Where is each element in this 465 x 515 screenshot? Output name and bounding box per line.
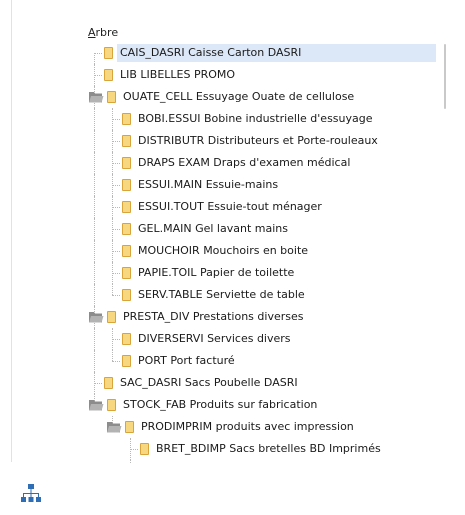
tree-connector — [94, 53, 102, 54]
tree-node-label: SAC_DASRI Sacs Poubelle DASRI — [120, 376, 298, 389]
folder-open-icon[interactable] — [106, 420, 122, 434]
tree-node[interactable]: PORT Port facturé — [86, 350, 440, 372]
tree-node[interactable]: SAC_DASRI Sacs Poubelle DASRI — [86, 372, 440, 394]
tree-connector — [130, 460, 131, 464]
tree-connector — [94, 152, 95, 174]
tree-node[interactable]: SERV.TABLE Serviette de table — [86, 284, 440, 306]
tree-connector — [94, 240, 95, 262]
folder-icon — [122, 135, 131, 147]
folder-open-icon[interactable] — [88, 310, 104, 324]
tree-node[interactable]: ESSUI.TOUT Essuie-tout ménager — [86, 196, 440, 218]
tree-view[interactable]: CAIS_DASRI Caisse Carton DASRI LIB LIBELL… — [86, 42, 440, 464]
tree-connector — [94, 284, 95, 306]
tree-connector — [112, 207, 120, 208]
tree-connector — [112, 361, 120, 362]
tree-node-label — [153, 462, 159, 464]
tree-node[interactable]: DISTRIBUTR Distributeurs et Porte-roulea… — [86, 130, 440, 152]
tree-node-label: MOUCHOIR Mouchoirs en boite — [138, 244, 309, 257]
tree-node-label: SERV.TABLE Serviette de table — [138, 288, 305, 301]
tree-connector — [94, 262, 95, 284]
tree-node-label: CAIS_DASRI Caisse Carton DASRI — [117, 44, 436, 62]
folder-icon — [122, 201, 131, 213]
tree-node[interactable] — [86, 460, 440, 464]
tree-connector — [112, 229, 120, 230]
folder-open-icon[interactable] — [88, 398, 104, 412]
tree-node[interactable]: PRESTA_DIV Prestations diverses — [86, 306, 440, 328]
tree-connector — [94, 196, 95, 218]
folder-icon — [122, 267, 131, 279]
folder-icon — [104, 47, 113, 59]
panel-divider — [11, 0, 12, 462]
tree-node[interactable]: ESSUI.MAIN Essuie-mains — [86, 174, 440, 196]
tree-connector — [112, 273, 120, 274]
tree-node-label: ESSUI.MAIN Essuie-mains — [138, 178, 279, 191]
folder-open-icon[interactable] — [88, 90, 104, 104]
tree-node[interactable]: STOCK_FAB Produits sur fabrication — [86, 394, 440, 416]
tree-connector — [112, 141, 120, 142]
tree-node[interactable]: DRAPS EXAM Draps d'examen médical — [86, 152, 440, 174]
tree-connector — [112, 119, 120, 120]
tree-node-label: BRET_BDIMP Sacs bretelles BD Imprimés — [156, 442, 381, 455]
folder-icon — [107, 311, 116, 323]
folder-icon — [140, 443, 149, 455]
tree-node[interactable]: LIB LIBELLES PROMO — [86, 64, 440, 86]
tree-node-label: ESSUI.TOUT Essuie-tout ménager — [138, 200, 322, 213]
tree-node[interactable]: BRET_BDIMP Sacs bretelles BD Imprimés — [86, 438, 440, 460]
tree-connector — [130, 449, 138, 450]
tree-connector — [94, 218, 95, 240]
folder-icon — [125, 421, 134, 433]
tree-node-label: STOCK_FAB Produits sur fabrication — [123, 398, 318, 411]
tree-node-label: PAPIE.TOIL Papier de toilette — [138, 266, 295, 279]
folder-icon — [104, 377, 113, 389]
tree-connector — [94, 174, 95, 196]
folder-icon — [122, 289, 131, 301]
tree-node-label: LIB LIBELLES PROMO — [120, 68, 236, 81]
tree-node[interactable]: BOBI.ESSUI Bobine industrielle d'essuyag… — [86, 108, 440, 130]
tree-connector — [94, 383, 102, 384]
folder-icon — [122, 179, 131, 191]
tree-rows: CAIS_DASRI Caisse Carton DASRI LIB LIBELL… — [86, 42, 440, 464]
tree-node-label: DIVERSERVI Services divers — [138, 332, 291, 345]
tree-node-label: DRAPS EXAM Draps d'examen médical — [138, 156, 351, 169]
tree-node[interactable]: DIVERSERVI Services divers — [86, 328, 440, 350]
hierarchy-icon[interactable] — [20, 483, 42, 505]
tree-connector — [94, 350, 95, 372]
tree-connector — [112, 295, 120, 296]
folder-icon — [122, 245, 131, 257]
folder-icon — [107, 91, 116, 103]
tree-connector — [112, 163, 120, 164]
tree-connector — [112, 284, 113, 295]
tree-node[interactable]: OUATE_CELL Essuyage Ouate de cellulose — [86, 86, 440, 108]
tree-node-label: OUATE_CELL Essuyage Ouate de cellulose — [123, 90, 355, 103]
tree-panel-label: Arbre — [88, 26, 119, 39]
tree-connector — [94, 328, 95, 350]
tree-connector — [94, 108, 95, 130]
folder-icon — [122, 355, 131, 367]
tree-node-label: BOBI.ESSUI Bobine industrielle d'essuyag… — [138, 112, 373, 125]
tree-node-label: PRODIMPRIM produits avec impression — [141, 420, 354, 433]
tree-node-label: PRESTA_DIV Prestations diverses — [123, 310, 304, 323]
tree-node[interactable]: GEL.MAIN Gel lavant mains — [86, 218, 440, 240]
tree-connector — [94, 130, 95, 152]
tree-node[interactable]: MOUCHOIR Mouchoirs en boite — [86, 240, 440, 262]
tree-node-label: GEL.MAIN Gel lavant mains — [138, 222, 288, 235]
folder-icon — [122, 113, 131, 125]
folder-icon — [104, 69, 113, 81]
tree-node[interactable]: CAIS_DASRI Caisse Carton DASRI — [86, 42, 440, 64]
tree-scrollbar-thumb[interactable] — [444, 44, 446, 109]
tree-connector — [112, 339, 120, 340]
tree-connector — [112, 350, 113, 361]
tree-node-label: PORT Port facturé — [138, 354, 235, 367]
folder-icon — [122, 223, 131, 235]
tree-node[interactable]: PRODIMPRIM produits avec impression — [86, 416, 440, 438]
folder-icon — [122, 333, 131, 345]
tree-connector — [112, 185, 120, 186]
folder-icon — [122, 157, 131, 169]
folder-icon — [107, 399, 116, 411]
tree-connector — [94, 53, 95, 64]
tree-node[interactable]: PAPIE.TOIL Papier de toilette — [86, 262, 440, 284]
tree-connector — [94, 75, 102, 76]
tree-connector — [112, 251, 120, 252]
tree-node-label: DISTRIBUTR Distributeurs et Porte-roulea… — [138, 134, 378, 147]
